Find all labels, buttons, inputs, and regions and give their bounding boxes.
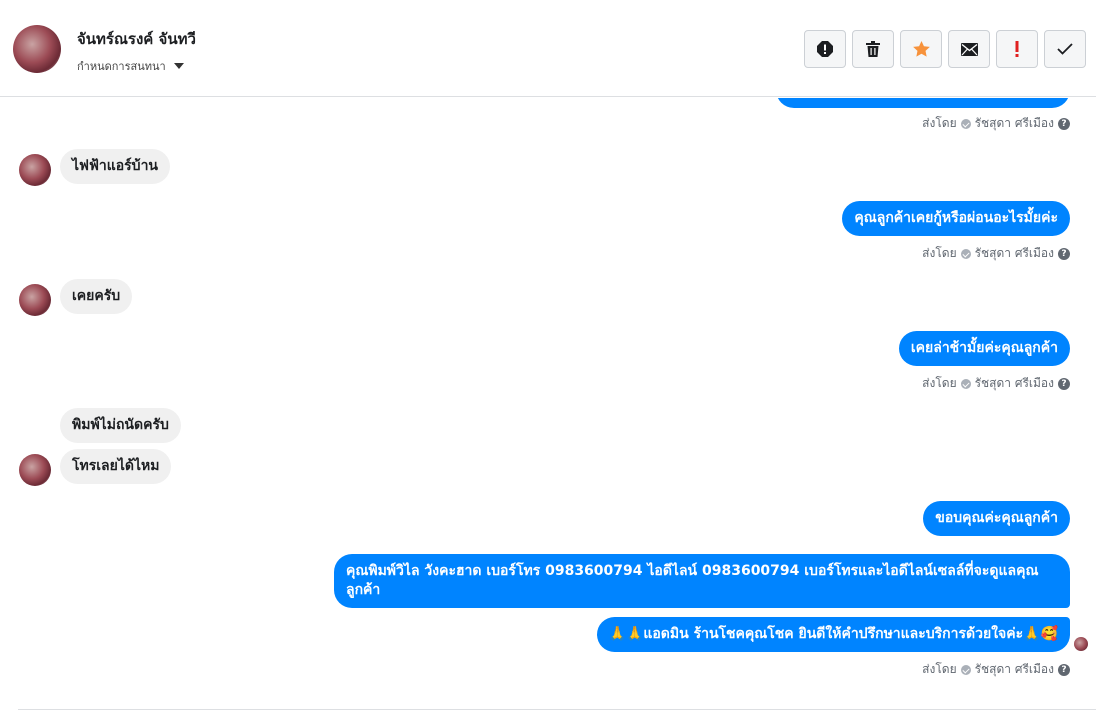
contact-message-avatar[interactable] <box>19 154 51 186</box>
alert-octagon-icon <box>817 41 833 57</box>
sent-by-prefix: ส่งโดย <box>922 116 957 130</box>
message-bubble-outgoing[interactable]: เคยล่าช้ามั้ยค่ะคุณลูกค้า <box>898 331 1070 366</box>
message-bubble-outgoing[interactable]: ขอบคุณค่ะคุณลูกค้า <box>923 501 1070 536</box>
assign-conversation-label: กำหนดการสนทนา <box>77 60 166 73</box>
help-icon[interactable]: ? <box>1058 377 1070 390</box>
sent-by-prefix: ส่งโดย <box>922 662 957 676</box>
message-bubble-incoming[interactable]: โทรเลยได้ไหม <box>60 449 172 484</box>
sent-by-line: ส่งโดย รัชสุดา ศรีเมือง ? <box>922 374 1070 393</box>
message-bubble-incoming[interactable]: เคยครับ <box>60 279 133 314</box>
check-icon <box>1057 43 1073 55</box>
help-icon[interactable]: ? <box>1058 663 1070 676</box>
sent-by-agent: รัชสุดา ศรีเมือง <box>974 116 1054 130</box>
contact-message-avatar[interactable] <box>19 284 51 316</box>
assign-conversation-dropdown[interactable]: กำหนดการสนทนา <box>77 57 184 75</box>
agent-check-icon <box>960 664 971 675</box>
sent-by-agent: รัชสุดา ศรีเมือง <box>974 662 1054 676</box>
composer-divider <box>18 709 1096 710</box>
message-bubble-outgoing-partial[interactable] <box>776 98 1070 108</box>
star-icon <box>912 41 930 57</box>
agent-check-icon <box>960 248 971 259</box>
delete-button[interactable] <box>852 30 894 68</box>
agent-check-icon <box>960 118 971 129</box>
help-icon[interactable]: ? <box>1058 247 1070 260</box>
message-thread[interactable]: ส่งโดย รัชสุดา ศรีเมือง ? ไฟฟ้าแอร์บ้าน … <box>0 98 1096 713</box>
conversation-toolbar <box>804 30 1086 68</box>
message-bubble-incoming[interactable]: พิมพ์ไม่ถนัดครับ <box>60 408 181 443</box>
message-bubble-incoming[interactable]: ไฟฟ้าแอร์บ้าน <box>60 149 170 184</box>
contact-name[interactable]: จันทร์ณรงค์ จันทวี <box>77 27 196 51</box>
mark-unread-button[interactable] <box>948 30 990 68</box>
envelope-icon <box>960 42 978 56</box>
caret-down-icon <box>173 63 184 69</box>
sent-by-line: ส่งโดย รัชสุดา ศรีเมือง ? <box>922 660 1070 679</box>
done-button[interactable] <box>1044 30 1086 68</box>
star-button[interactable] <box>900 30 942 68</box>
contact-avatar[interactable] <box>13 25 61 73</box>
report-button[interactable] <box>804 30 846 68</box>
conversation-header: จันทร์ณรงค์ จันทวี กำหนดการสนทนา <box>0 0 1096 97</box>
sent-by-agent: รัชสุดา ศรีเมือง <box>974 246 1054 260</box>
agent-check-icon <box>960 378 971 389</box>
seen-indicator-avatar <box>1074 637 1088 651</box>
follow-up-button[interactable] <box>996 30 1038 68</box>
sent-by-prefix: ส่งโดย <box>922 246 957 260</box>
contact-message-avatar[interactable] <box>19 454 51 486</box>
sent-by-line: ส่งโดย รัชสุดา ศรีเมือง ? <box>922 244 1070 263</box>
exclamation-icon <box>1015 41 1019 57</box>
sent-by-line: ส่งโดย รัชสุดา ศรีเมือง ? <box>922 114 1070 133</box>
sent-by-agent: รัชสุดา ศรีเมือง <box>974 376 1054 390</box>
message-bubble-outgoing[interactable]: คุณพิมพ์วิไล วังคะฮาด เบอร์โทร 098360079… <box>334 554 1070 608</box>
help-icon[interactable]: ? <box>1058 117 1070 130</box>
message-bubble-outgoing[interactable]: 🙏🙏แอดมิน ร้านโชคคุณโชค ยินดีให้คำปรึกษาแ… <box>596 617 1070 652</box>
message-bubble-outgoing[interactable]: คุณลูกค้าเคยกู้หรือผ่อนอะไรมั้ยค่ะ <box>842 201 1070 236</box>
sent-by-prefix: ส่งโดย <box>922 376 957 390</box>
trash-icon <box>866 41 880 57</box>
